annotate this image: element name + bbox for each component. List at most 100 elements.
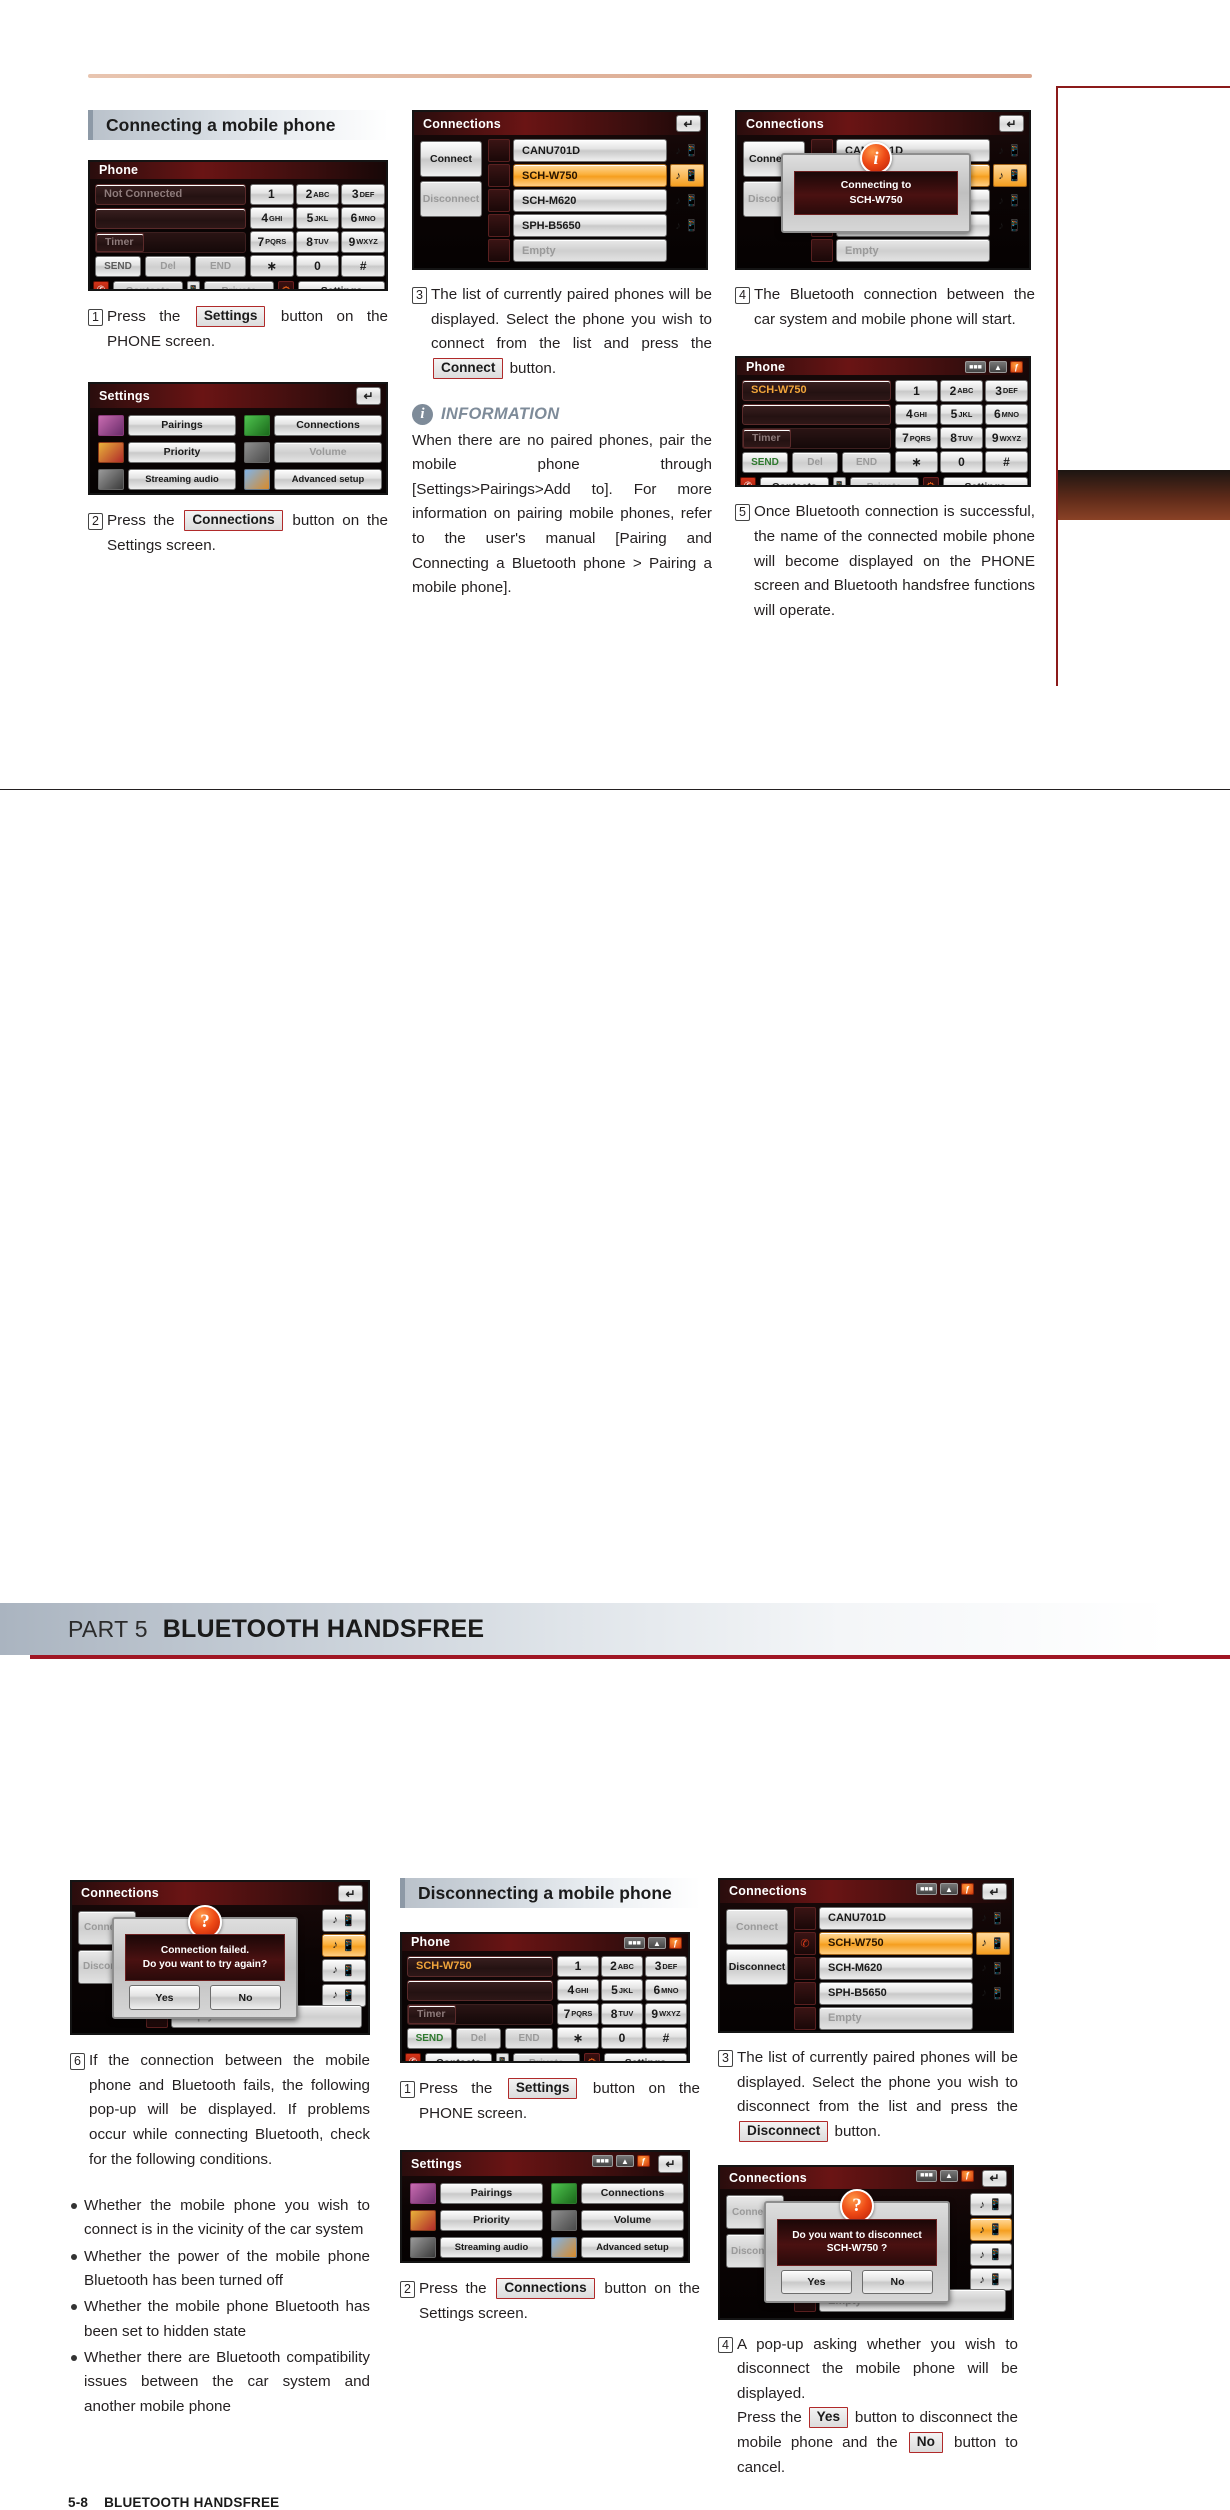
connect-button[interactable]: Connect [726, 1908, 788, 1945]
settings-item-streaming-audio[interactable]: Streaming audio [410, 2236, 543, 2258]
key-star[interactable]: ∗ [895, 451, 938, 473]
disconnect-button[interactable]: Disconnect [726, 1948, 788, 1985]
no-inline-button[interactable]: No [908, 2432, 943, 2453]
back-icon[interactable]: ↵ [982, 2169, 1007, 2187]
device-row-empty[interactable]: Empty [811, 239, 1027, 263]
phone-number-field[interactable] [95, 207, 246, 229]
keypad[interactable]: 1 2 ABC 3 DEF 4 GHI 5 JKL 6 MNO 7 PQRS 8 TUV 9W… [250, 183, 385, 277]
key-7[interactable]: 7 PQRS [895, 427, 938, 449]
settings-inline-button[interactable]: Settings [195, 306, 266, 327]
back-icon[interactable]: ↵ [356, 387, 381, 406]
del-button[interactable]: Del [456, 2027, 501, 2049]
del-button[interactable]: Del [792, 451, 838, 473]
settings-item-label[interactable]: Advanced setup [581, 2236, 684, 2258]
settings-item-connections[interactable]: Connections [551, 2182, 684, 2204]
settings-inline-button[interactable]: Settings [507, 2078, 578, 2099]
device-list[interactable]: CANU701D ♪📱 ✆ SCH-W750 ♪📱 SCH-M620 ♪📱 [794, 1906, 1010, 2031]
device-name[interactable]: SCH-M620 [819, 1956, 973, 1980]
key-hash[interactable]: # [645, 2026, 687, 2049]
key-3[interactable]: 3 DEF [985, 379, 1028, 402]
settings-item-advanced-setup[interactable]: Advanced setup [244, 468, 382, 490]
settings-item-label[interactable]: Volume [274, 441, 382, 463]
back-icon[interactable]: ↵ [982, 1883, 1007, 1900]
key-1[interactable]: 1 [250, 183, 294, 206]
private-button[interactable]: Private [512, 2052, 580, 2061]
key-4[interactable]: 4 GHI [250, 207, 294, 229]
device-name[interactable]: SCH-W750 [513, 164, 667, 188]
device-name[interactable]: CANU701D [819, 1906, 973, 1930]
key-1[interactable]: 1 [557, 1955, 599, 1978]
key-7[interactable]: 7 PQRS [557, 2003, 599, 2025]
settings-item-priority[interactable]: Priority [98, 441, 236, 463]
key-5[interactable]: 5 JKL [601, 1979, 643, 2001]
key-star[interactable]: ∗ [557, 2026, 599, 2049]
end-button[interactable]: END [195, 255, 246, 277]
end-button[interactable]: END [505, 2027, 553, 2049]
phone-number-field[interactable] [407, 1979, 553, 2001]
keypad[interactable]: 1 2 ABC 3 DEF 4 GHI 5 JKL 6 MNO 7 PQRS 8 TUV 9W… [895, 379, 1028, 473]
device-name[interactable]: SCH-M620 [513, 189, 667, 213]
device-row-empty[interactable]: Empty [488, 239, 704, 263]
key-6[interactable]: 6 MNO [645, 1979, 687, 2001]
key-hash[interactable]: # [985, 451, 1028, 473]
key-2[interactable]: 2 ABC [601, 1955, 643, 1978]
contacts-button[interactable]: Contacts [425, 2052, 492, 2061]
connections-inline-button[interactable]: Connections [496, 2278, 595, 2299]
no-button[interactable]: No [209, 1985, 282, 2010]
device-row[interactable]: SCH-M620 ♪ 📱 [488, 189, 704, 213]
settings-button[interactable]: Settings [603, 2052, 687, 2061]
key-8[interactable]: 8 TUV [295, 231, 340, 253]
contacts-button[interactable]: Contacts [760, 476, 829, 486]
device-name[interactable]: Empty [836, 239, 990, 263]
send-button[interactable]: SEND [742, 451, 788, 473]
settings-item-label[interactable]: Priority [440, 2209, 543, 2231]
settings-item-label[interactable]: Streaming audio [440, 2236, 543, 2258]
yes-button[interactable]: Yes [128, 1985, 201, 2010]
key-4[interactable]: 4 GHI [895, 403, 938, 426]
device-row[interactable]: CANU701D ♪📱 [794, 1906, 1010, 1930]
settings-item-label[interactable]: Volume [581, 2209, 684, 2231]
device-name[interactable]: SPH-B5650 [819, 1981, 973, 2005]
settings-item-label[interactable]: Streaming audio [128, 468, 236, 490]
settings-item-pairings[interactable]: Pairings [410, 2182, 543, 2204]
settings-item-priority[interactable]: Priority [410, 2209, 543, 2231]
key-3[interactable]: 3 DEF [645, 1955, 687, 1978]
device-name[interactable]: SCH-W750 [819, 1931, 973, 1955]
key-2[interactable]: 2 ABC [940, 379, 983, 402]
device-row[interactable]: SPH-B5650 ♪ 📱 [794, 1981, 1010, 2005]
phone-number-field[interactable] [742, 403, 891, 425]
key-7[interactable]: 7 PQRS [250, 231, 294, 253]
device-name[interactable]: CANU701D [513, 139, 667, 163]
device-row[interactable]: SPH-B5650 ♪ 📱 [488, 214, 704, 238]
key-6[interactable]: 6 MNO [985, 403, 1028, 426]
settings-item-label[interactable]: Connections [274, 414, 382, 436]
device-list[interactable]: CANU701D ♪ 📱 SCH-W750 ♪ 📱 SCH-M620 ♪ 📱 S… [488, 139, 704, 265]
key-8[interactable]: 8 TUV [601, 2003, 643, 2025]
connect-button[interactable]: Connect [420, 141, 482, 178]
settings-item-label[interactable]: Advanced setup [274, 468, 382, 490]
key-8[interactable]: 8 TUV [940, 427, 983, 449]
settings-item-pairings[interactable]: Pairings [98, 414, 236, 436]
key-5[interactable]: 5 JKL [295, 207, 340, 229]
keypad[interactable]: 1 2 ABC 3 DEF 4 GHI 5 JKL 6 MNO 7 PQRS 8 TUV 9W… [557, 1955, 687, 2049]
back-icon[interactable]: ↵ [999, 115, 1024, 132]
key-1[interactable]: 1 [895, 379, 938, 402]
key-5[interactable]: 5 JKL [940, 403, 983, 426]
connect-inline-button[interactable]: Connect [433, 357, 504, 379]
settings-item-streaming-audio[interactable]: Streaming audio [98, 468, 236, 490]
settings-item-label[interactable]: Pairings [440, 2182, 543, 2204]
private-button[interactable]: Private [204, 280, 274, 289]
key-6[interactable]: 6 MNO [341, 207, 385, 229]
device-row-empty[interactable]: Empty [794, 2006, 1010, 2030]
back-icon[interactable]: ↵ [338, 1885, 363, 1902]
key-hash[interactable]: # [341, 254, 385, 277]
settings-item-advanced-setup[interactable]: Advanced setup [551, 2236, 684, 2258]
key-0[interactable]: 0 [601, 2026, 643, 2049]
key-9[interactable]: 9 WXYZ [645, 2003, 687, 2025]
settings-item-label[interactable]: Pairings [128, 414, 236, 436]
disconnect-button[interactable]: Disconnect [420, 181, 482, 218]
disconnect-inline-button[interactable]: Disconnect [739, 2120, 829, 2142]
key-0[interactable]: 0 [295, 254, 340, 277]
settings-item-label[interactable]: Connections [581, 2182, 684, 2204]
yes-inline-button[interactable]: Yes [808, 2407, 849, 2429]
